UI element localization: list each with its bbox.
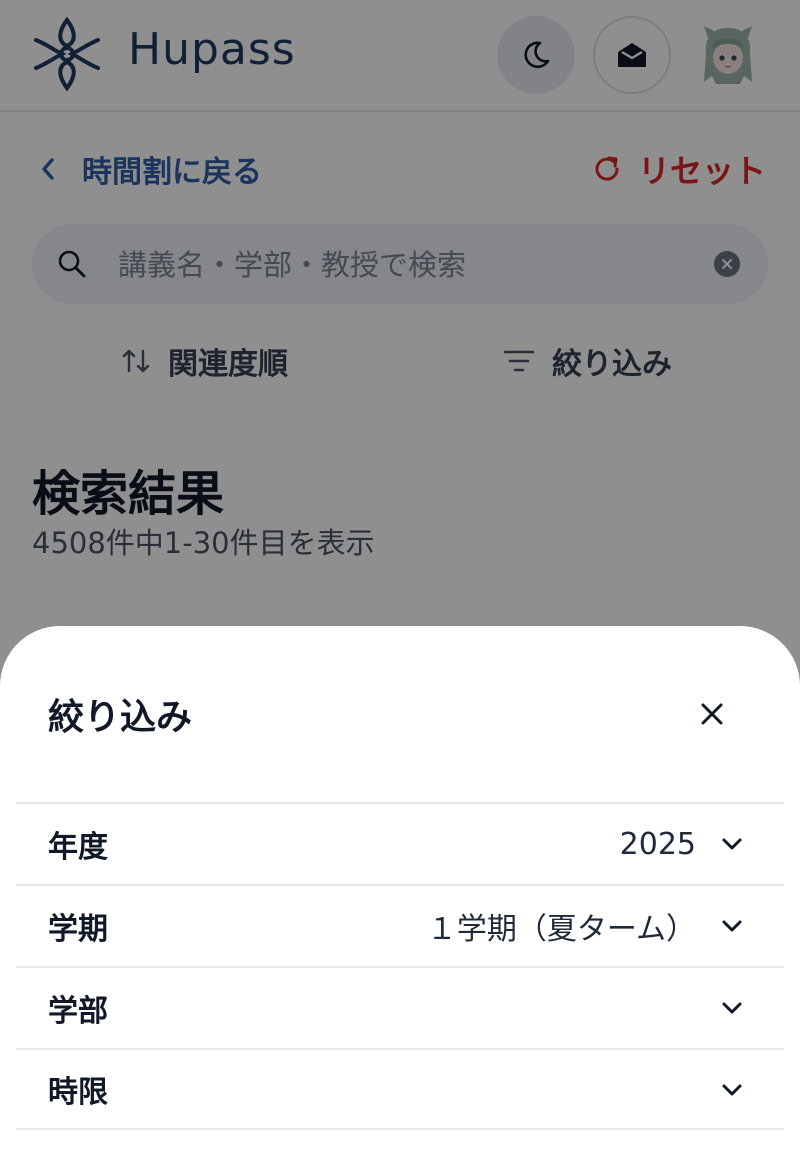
filter-sheet: 絞り込み 年度 2025 学期 １学期（夏ターム） 学部 時限 [0, 626, 800, 1164]
chevron-down-icon [722, 1002, 742, 1014]
close-sheet-button[interactable] [686, 688, 738, 740]
filter-row-term[interactable]: 学期 １学期（夏ターム） [16, 884, 784, 966]
filter-row-period[interactable]: 時限 [16, 1048, 784, 1130]
sheet-title: 絞り込み [48, 697, 193, 738]
filter-row-faculty[interactable]: 学部 [16, 966, 784, 1048]
close-icon [701, 703, 723, 725]
chevron-down-icon [722, 1084, 742, 1096]
chevron-down-icon [722, 838, 742, 850]
filter-label-faculty: 学部 [48, 994, 108, 1029]
filter-label-term: 学期 [48, 912, 108, 947]
filter-label-period: 時限 [48, 1075, 108, 1110]
filter-value-term: １学期（夏ターム） [426, 912, 696, 947]
filter-label-year: 年度 [48, 830, 108, 865]
page: Hupass 時間割に戻る リセット 講義名・学部・教授で検索 関連度順 絞り込… [0, 0, 800, 1164]
filter-value-year: 2025 [619, 826, 696, 862]
chevron-down-icon [722, 920, 742, 932]
filter-row-year[interactable]: 年度 2025 [16, 802, 784, 884]
